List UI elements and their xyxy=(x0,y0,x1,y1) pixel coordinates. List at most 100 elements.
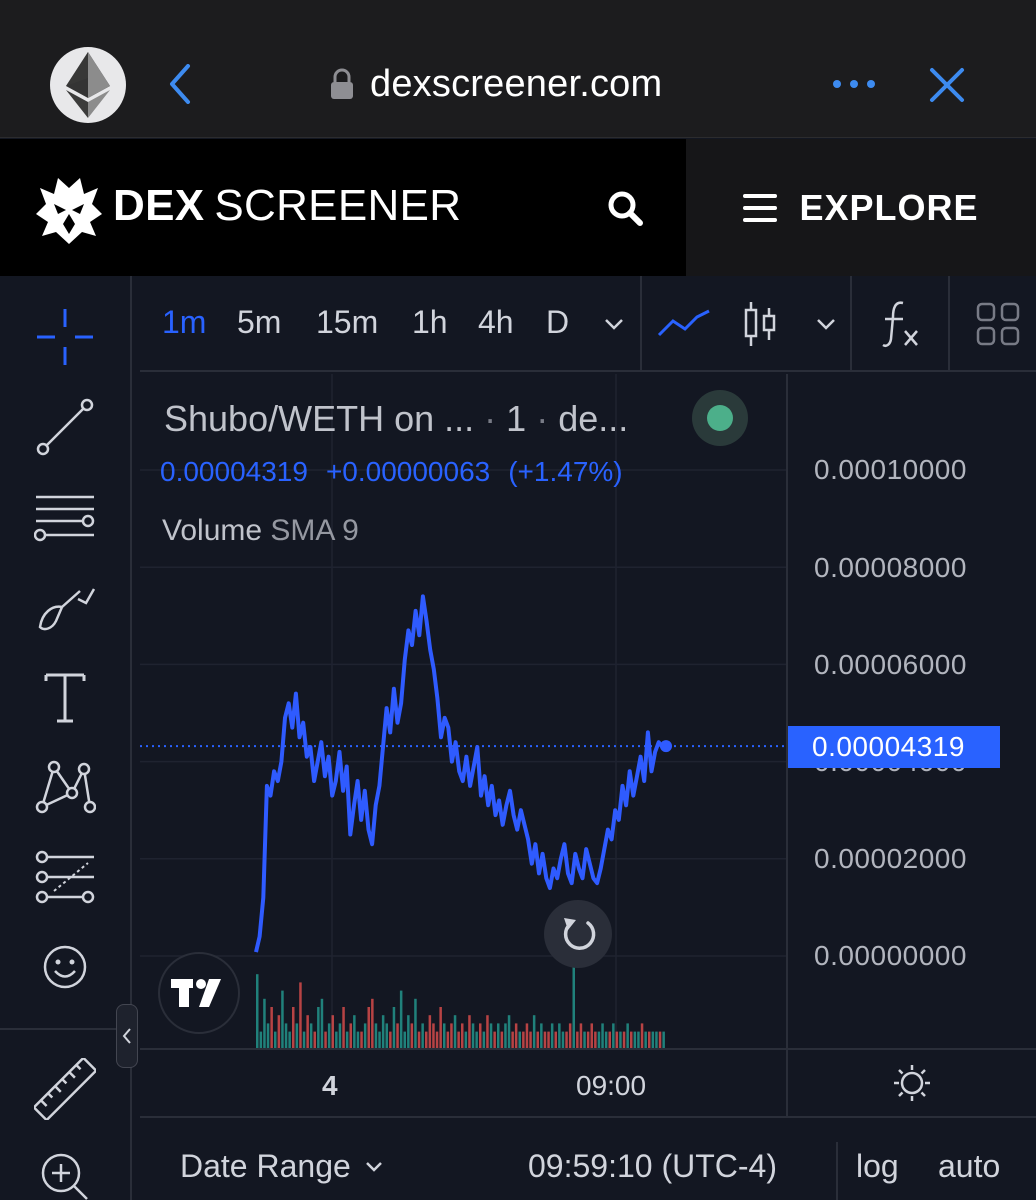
volume-bar xyxy=(324,1031,327,1048)
bottom-divider xyxy=(836,1142,838,1200)
volume-bar xyxy=(579,1023,583,1048)
more-button[interactable] xyxy=(826,62,882,106)
chart-settings-button[interactable] xyxy=(786,1048,1036,1118)
back-button[interactable] xyxy=(160,62,200,106)
ethereum-icon[interactable] xyxy=(50,47,126,123)
timeframe-4h[interactable]: 4h xyxy=(478,304,514,341)
volume-bar xyxy=(497,1023,500,1048)
date-range-label: Date Range xyxy=(180,1148,351,1184)
pattern-tool[interactable] xyxy=(30,752,100,822)
timeframe-1h[interactable]: 1h xyxy=(412,304,448,341)
time-tick-label: 4 xyxy=(322,1070,338,1101)
volume-bar xyxy=(435,1031,439,1048)
pattern-icon xyxy=(35,760,96,814)
explore-label: EXPLORE xyxy=(799,186,979,228)
volume-bar xyxy=(389,1031,392,1048)
volume-bar xyxy=(338,1023,342,1048)
volume-bar xyxy=(464,1031,468,1048)
timeframe-5m[interactable]: 5m xyxy=(237,304,281,341)
volume-bar xyxy=(468,1015,471,1048)
candle-chart-type-button[interactable] xyxy=(738,294,782,354)
auto-scale-toggle[interactable]: auto xyxy=(938,1148,1000,1185)
line-chart-type-button[interactable] xyxy=(654,294,714,354)
chevron-down-icon xyxy=(817,319,835,330)
emoji-tool[interactable] xyxy=(30,932,100,1002)
legend-values: 0.00004319 +0.00000063 (+1.47%) xyxy=(160,456,623,488)
volume-bar xyxy=(263,998,266,1048)
volume-bar xyxy=(651,1031,655,1048)
fib-tool[interactable] xyxy=(30,482,100,552)
forecast-tool[interactable] xyxy=(30,842,100,912)
volume-bar xyxy=(385,1023,388,1048)
timeframe-15m[interactable]: 15m xyxy=(316,304,378,341)
legend-title[interactable]: Shubo/WETH on ... · 1 · de... xyxy=(164,398,628,440)
time-axis[interactable]: 4 09:00 xyxy=(140,1048,786,1118)
chart-type-dropdown[interactable] xyxy=(810,294,842,354)
timeframe-1m[interactable]: 1m xyxy=(162,304,206,341)
volume-bar xyxy=(381,1015,385,1048)
volume-bar xyxy=(335,1031,338,1048)
horizontal-lines-icon xyxy=(34,495,95,542)
timeframe-dropdown[interactable] xyxy=(598,294,630,354)
search-button[interactable] xyxy=(600,183,650,233)
trend-line-tool[interactable] xyxy=(30,392,100,462)
volume-bar xyxy=(529,1031,532,1048)
log-scale-toggle[interactable]: log xyxy=(856,1148,899,1185)
volume-bar xyxy=(363,1023,367,1048)
chevron-down-icon xyxy=(605,319,623,330)
smiley-icon xyxy=(43,945,87,989)
volume-bar xyxy=(622,1031,626,1048)
volume-bar xyxy=(414,998,417,1048)
volume-bar xyxy=(601,1023,604,1048)
volume-bar xyxy=(536,1031,539,1048)
clock-timezone[interactable]: 09:59:10 (UTC-4) xyxy=(528,1148,777,1185)
brush-tool[interactable] xyxy=(30,572,100,642)
volume-bar xyxy=(504,1023,507,1048)
forecast-icon xyxy=(35,850,95,904)
eagle-logo-icon[interactable] xyxy=(36,174,102,244)
crosshair-tool[interactable] xyxy=(30,302,100,372)
volume-bar xyxy=(500,1031,504,1048)
reset-chart-button[interactable] xyxy=(544,900,612,968)
volume-bar xyxy=(317,1007,320,1048)
url-text: dexscreener.com xyxy=(370,62,663,105)
volume-bar xyxy=(281,990,284,1048)
market-status-icon[interactable] xyxy=(692,390,748,446)
legend-change-pct: (+1.47%) xyxy=(508,456,623,487)
volume-bar xyxy=(604,1031,608,1048)
tradingview-logo-icon[interactable] xyxy=(158,952,240,1034)
volume-legend[interactable]: Volume SMA 9 xyxy=(162,514,359,548)
indicators-button[interactable] xyxy=(878,294,924,354)
measure-tool[interactable] xyxy=(30,1054,100,1124)
collapse-toolbar-button[interactable] xyxy=(116,1004,138,1068)
price-line-series xyxy=(254,594,667,953)
volume-bar xyxy=(349,1023,352,1048)
zoom-tool[interactable] xyxy=(30,1142,100,1200)
chart-pane[interactable]: Shubo/WETH on ... · 1 · de... 0.00004319… xyxy=(140,374,786,1048)
volume-bar xyxy=(417,1031,421,1048)
chevron-left-icon xyxy=(122,1028,131,1044)
menu-icon xyxy=(743,193,778,222)
volume-bar xyxy=(594,1031,597,1048)
volume-bar xyxy=(342,1007,345,1048)
volume-bar xyxy=(410,1023,414,1048)
timeframe-d[interactable]: D xyxy=(546,304,569,341)
address-bar[interactable]: dexscreener.com xyxy=(330,58,662,110)
volume-bar xyxy=(299,982,302,1048)
volume-bar xyxy=(327,1023,331,1048)
text-tool[interactable] xyxy=(30,662,100,732)
close-button[interactable] xyxy=(924,62,970,108)
volume-bar xyxy=(450,1023,453,1048)
volume-bar xyxy=(270,1007,273,1048)
volume-bar xyxy=(266,1023,270,1048)
layout-button[interactable] xyxy=(974,294,1022,354)
ruler-icon xyxy=(34,1058,96,1120)
price-scale[interactable]: 0.00010000 0.00008000 0.00006000 0.00004… xyxy=(786,374,1036,1048)
toolbar-divider xyxy=(640,276,642,372)
date-range-button[interactable]: Date Range xyxy=(180,1148,383,1185)
crosshair-icon xyxy=(37,309,93,365)
volume-bar xyxy=(550,1023,554,1048)
site-brand[interactable]: DEX SCREENER xyxy=(113,181,461,231)
explore-button[interactable]: EXPLORE xyxy=(686,139,1036,276)
volume-bar xyxy=(356,1031,360,1048)
